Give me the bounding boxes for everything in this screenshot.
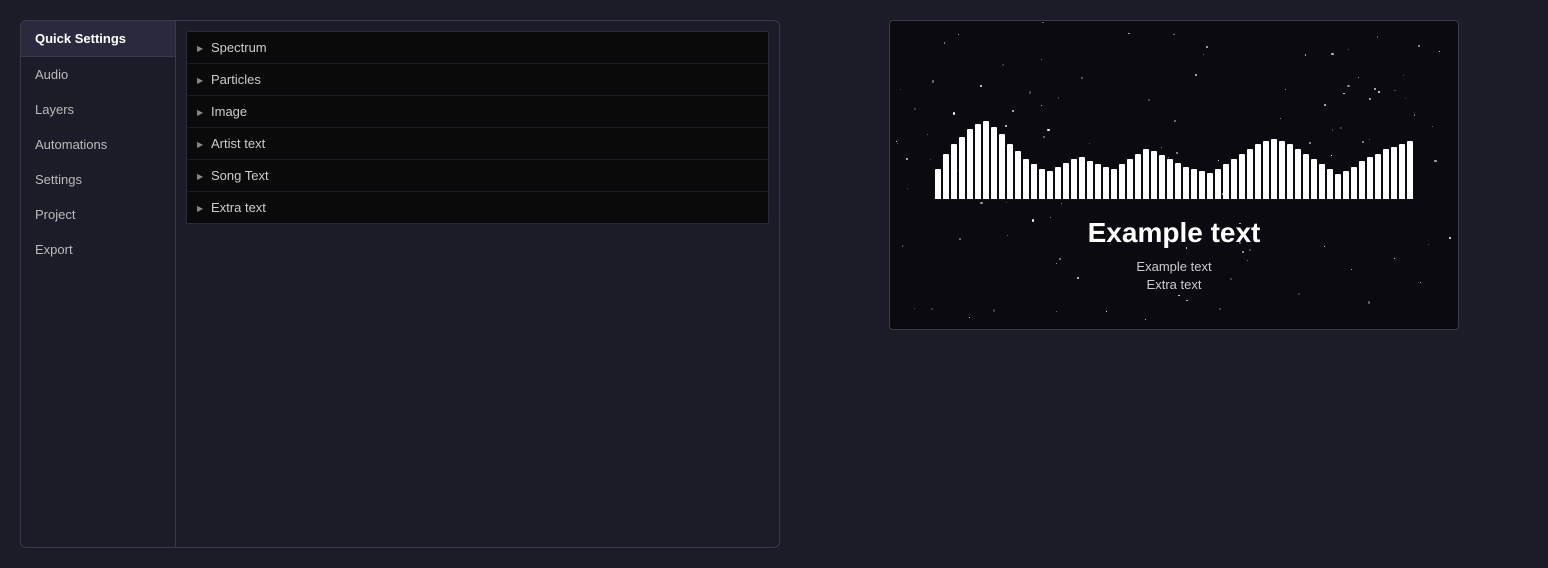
spectrum-bar — [1263, 141, 1269, 199]
layer-item-spectrum[interactable]: ▶ Spectrum — [187, 32, 768, 64]
spectrum-bar — [1399, 144, 1405, 199]
spectrum-bar — [1111, 169, 1117, 199]
spectrum-bar — [1383, 149, 1389, 199]
spectrum-bar — [1119, 164, 1125, 199]
sidebar-item-audio[interactable]: Audio — [21, 57, 175, 92]
spectrum-bar — [1375, 154, 1381, 199]
sidebar: Quick SettingsAudioLayersAutomationsSett… — [21, 21, 176, 547]
spectrum-bar — [1223, 164, 1229, 199]
layer-item-image[interactable]: ▶ Image — [187, 96, 768, 128]
spectrum-bar — [1367, 157, 1373, 199]
preview-sub-text: Example text — [1136, 259, 1211, 274]
spectrum-bar — [1183, 167, 1189, 199]
spectrum-bar — [1239, 154, 1245, 199]
spectrum-bar — [1079, 157, 1085, 199]
sidebar-item-layers[interactable]: Layers — [21, 92, 175, 127]
layer-label: Extra text — [211, 200, 266, 215]
chevron-right-icon: ▶ — [197, 204, 205, 212]
spectrum-bar — [1199, 171, 1205, 199]
sidebar-item-automations[interactable]: Automations — [21, 127, 175, 162]
preview-main-text: Example text — [1088, 217, 1261, 249]
spectrum-bar — [1031, 164, 1037, 199]
layer-label: Spectrum — [211, 40, 267, 55]
sidebar-item-export[interactable]: Export — [21, 232, 175, 267]
spectrum-bar — [1295, 149, 1301, 199]
spectrum-bar — [991, 127, 997, 199]
sidebar-item-quick-settings[interactable]: Quick Settings — [21, 21, 175, 57]
main-content: ▶ Spectrum ▶ Particles ▶ Image ▶ Artist text ▶ So… — [176, 21, 779, 547]
sidebar-item-settings[interactable]: Settings — [21, 162, 175, 197]
spectrum-bars — [935, 119, 1413, 199]
spectrum-bar — [1335, 174, 1341, 199]
spectrum-bar — [1311, 159, 1317, 199]
spectrum-bar — [1135, 154, 1141, 199]
spectrum-bar — [999, 134, 1005, 199]
spectrum-bar — [1007, 144, 1013, 199]
spectrum-bar — [1327, 169, 1333, 199]
spectrum-bar — [1151, 151, 1157, 199]
spectrum-bar — [1191, 169, 1197, 199]
spectrum-bar — [1407, 141, 1413, 199]
spectrum-bar — [1351, 167, 1357, 199]
spectrum-bar — [1391, 147, 1397, 199]
spectrum-bar — [1303, 154, 1309, 199]
spectrum-bar — [1359, 161, 1365, 199]
spectrum-bar — [1063, 163, 1069, 199]
spectrum-bar — [959, 137, 965, 199]
chevron-right-icon: ▶ — [197, 140, 205, 148]
layer-item-extra-text[interactable]: ▶ Extra text — [187, 192, 768, 223]
spectrum-bar — [951, 144, 957, 199]
spectrum-bar — [1087, 161, 1093, 199]
spectrum-bar — [1103, 167, 1109, 199]
spectrum-bar — [1255, 144, 1261, 199]
chevron-right-icon: ▶ — [197, 76, 205, 84]
spectrum-bar — [1039, 169, 1045, 199]
layer-item-song-text[interactable]: ▶ Song Text — [187, 160, 768, 192]
spectrum-bar — [1167, 159, 1173, 199]
spectrum-bar — [1287, 144, 1293, 199]
spectrum-bar — [1055, 167, 1061, 199]
spectrum-bar — [1231, 159, 1237, 199]
spectrum-bar — [1247, 149, 1253, 199]
layer-item-particles[interactable]: ▶ Particles — [187, 64, 768, 96]
spectrum-bar — [1271, 139, 1277, 199]
layer-label: Particles — [211, 72, 261, 87]
spectrum-bar — [1159, 155, 1165, 199]
spectrum-bar — [1279, 141, 1285, 199]
preview-extra-text: Extra text — [1147, 277, 1202, 292]
chevron-right-icon: ▶ — [197, 172, 205, 180]
spectrum-bar — [943, 154, 949, 199]
chevron-right-icon: ▶ — [197, 108, 205, 116]
app-container: Quick SettingsAudioLayersAutomationsSett… — [0, 0, 1548, 568]
layer-label: Artist text — [211, 136, 265, 151]
layer-label: Image — [211, 104, 247, 119]
sidebar-item-project[interactable]: Project — [21, 197, 175, 232]
spectrum-bar — [1015, 151, 1021, 199]
spectrum-bar — [1047, 171, 1053, 199]
chevron-right-icon: ▶ — [197, 44, 205, 52]
preview-box: Example text Example text Extra text — [889, 20, 1459, 330]
spectrum-bar — [975, 124, 981, 199]
spectrum-bar — [1343, 171, 1349, 199]
spectrum-bar — [1127, 159, 1133, 199]
spectrum-bar — [983, 121, 989, 199]
layers-list: ▶ Spectrum ▶ Particles ▶ Image ▶ Artist text ▶ So… — [186, 31, 769, 224]
spectrum-bar — [1143, 149, 1149, 199]
spectrum-bar — [935, 169, 941, 199]
spectrum-bar — [1095, 164, 1101, 199]
spectrum-bar — [1071, 159, 1077, 199]
left-panel: Quick SettingsAudioLayersAutomationsSett… — [20, 20, 780, 548]
spectrum-bar — [1207, 173, 1213, 199]
spectrum-bar — [967, 129, 973, 199]
layer-label: Song Text — [211, 168, 269, 183]
spectrum-bar — [1023, 159, 1029, 199]
spectrum-bar — [1319, 164, 1325, 199]
spectrum-bar — [1215, 169, 1221, 199]
spectrum-bar — [1175, 163, 1181, 199]
layer-item-artist-text[interactable]: ▶ Artist text — [187, 128, 768, 160]
preview-panel: Example text Example text Extra text — [820, 20, 1528, 330]
